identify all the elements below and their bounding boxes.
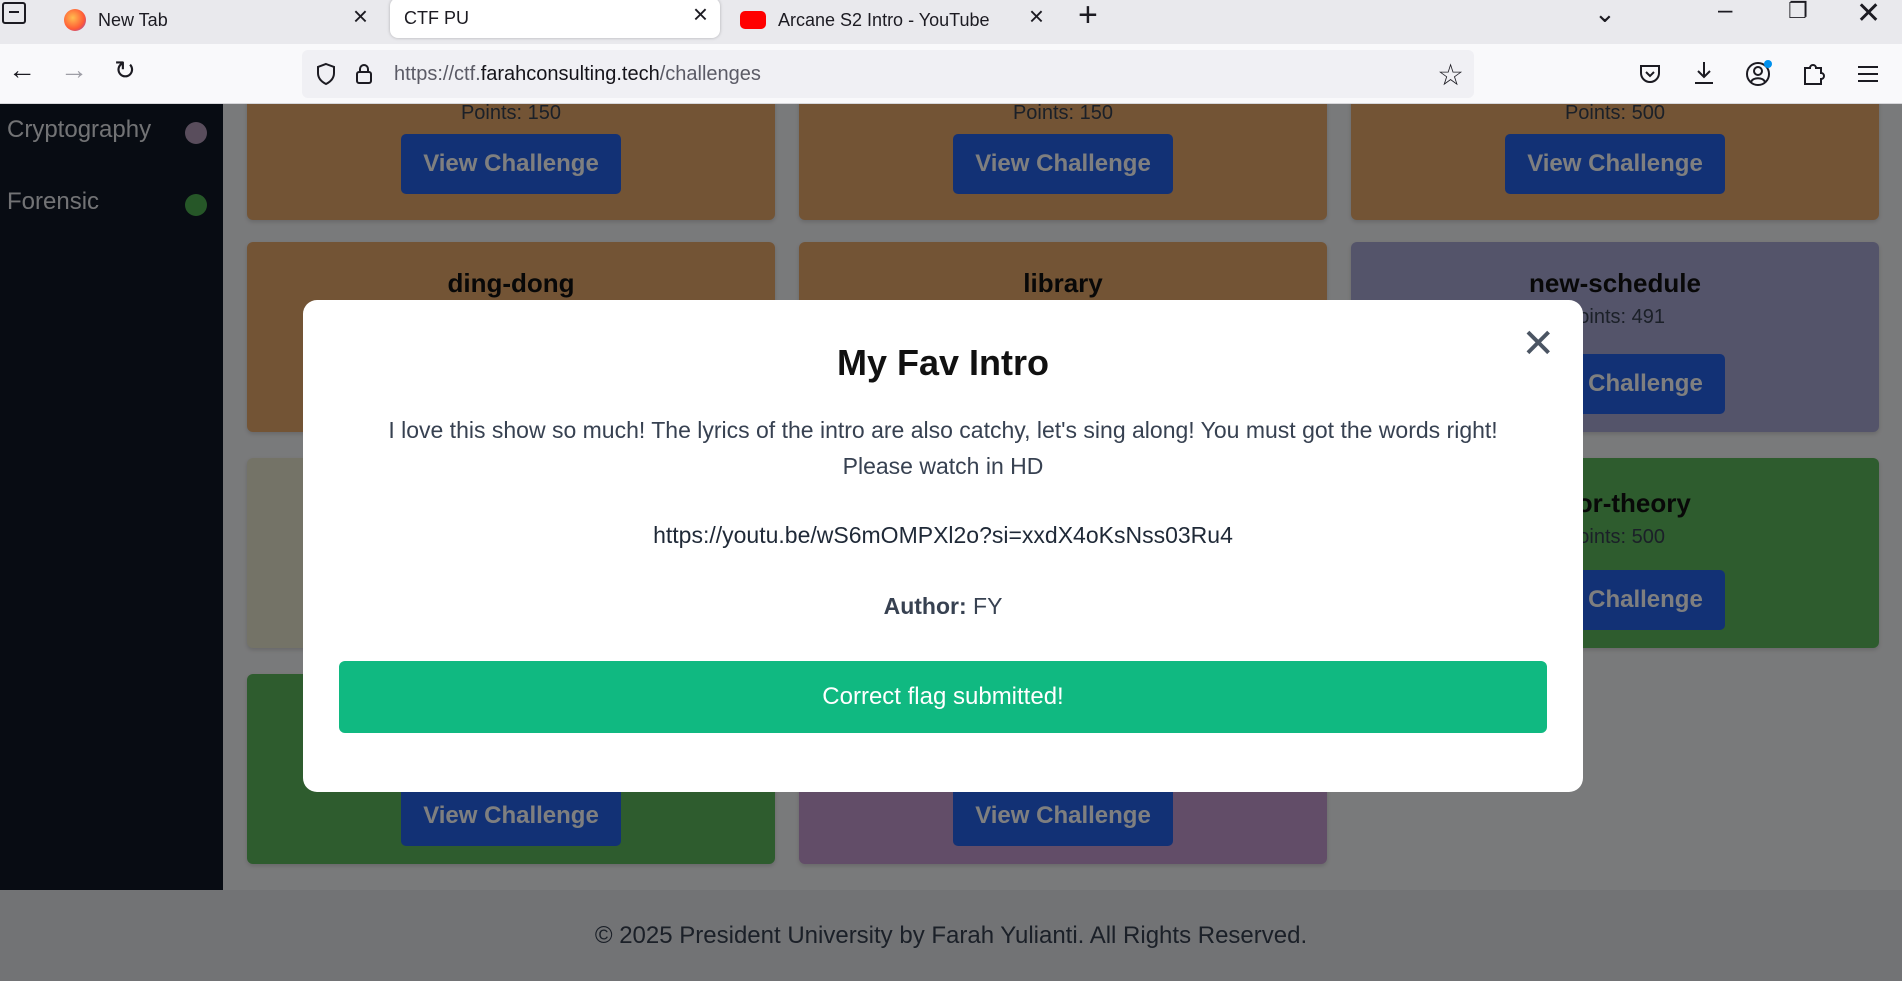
modal-title: My Fav Intro — [836, 342, 1050, 383]
tab-new-tab[interactable]: New Tab × — [50, 0, 380, 40]
close-tab-icon[interactable]: × — [1029, 3, 1044, 29]
modal-author: Author: FY — [303, 593, 1583, 620]
tab-youtube[interactable]: Arcane S2 Intro - YouTube × — [726, 0, 1056, 40]
hamburger-icon[interactable] — [1856, 64, 1880, 84]
arrow-right-icon: → — [60, 54, 88, 85]
address-bar[interactable]: https://ctf.farahconsulting.tech/challen… — [302, 50, 1474, 98]
challenge-modal: ✕ My Fav Intro I love this show so much!… — [303, 300, 1583, 792]
close-tab-icon[interactable]: × — [693, 1, 708, 27]
window-close-icon[interactable]: ✕ — [1856, 0, 1881, 31]
tab-label: CTF PU — [404, 7, 469, 28]
restore-icon[interactable]: ❐ — [1788, 0, 1808, 24]
tab-label: New Tab — [98, 9, 168, 30]
reload-icon[interactable]: ↻ — [114, 57, 136, 83]
new-tab-button[interactable]: + — [1078, 0, 1098, 35]
flag-status-banner: Correct flag submitted! — [339, 661, 1547, 733]
minimize-icon[interactable]: – — [1718, 0, 1732, 25]
download-icon[interactable] — [1692, 60, 1716, 86]
puzzle-icon[interactable] — [1801, 60, 1825, 86]
url-text: https://ctf.farahconsulting.tech/challen… — [394, 63, 761, 85]
tab-ctf-pu[interactable]: CTF PU × — [390, 0, 720, 38]
close-tab-icon[interactable]: × — [353, 3, 368, 29]
star-icon[interactable]: ☆ — [1437, 58, 1464, 93]
tab-bar: New Tab × CTF PU × Arcane S2 Intro - You… — [0, 0, 1902, 44]
firefox-icon — [64, 9, 86, 31]
lock-icon[interactable] — [354, 62, 374, 86]
challenge-link[interactable]: https://youtu.be/wS6mOMPXl2o?si=xxdX4oKs… — [303, 522, 1583, 549]
author-label: Author: — [883, 593, 967, 619]
navigation-bar: ← → ↻ https://ctf.farahconsulting.tech/c… — [0, 44, 1902, 104]
tab-label: Arcane S2 Intro - YouTube — [778, 9, 990, 30]
youtube-icon — [740, 11, 766, 29]
account-icon[interactable] — [1745, 59, 1773, 87]
author-value: FY — [973, 593, 1003, 619]
arrow-left-icon[interactable]: ← — [8, 56, 36, 84]
shield-icon[interactable] — [316, 62, 336, 86]
modal-description: I love this show so much! The lyrics of … — [388, 417, 1498, 479]
pocket-icon[interactable] — [1638, 62, 1662, 86]
list-all-tabs-icon[interactable]: ⌄ — [1594, 0, 1616, 29]
tab-overview-icon[interactable] — [2, 2, 26, 24]
